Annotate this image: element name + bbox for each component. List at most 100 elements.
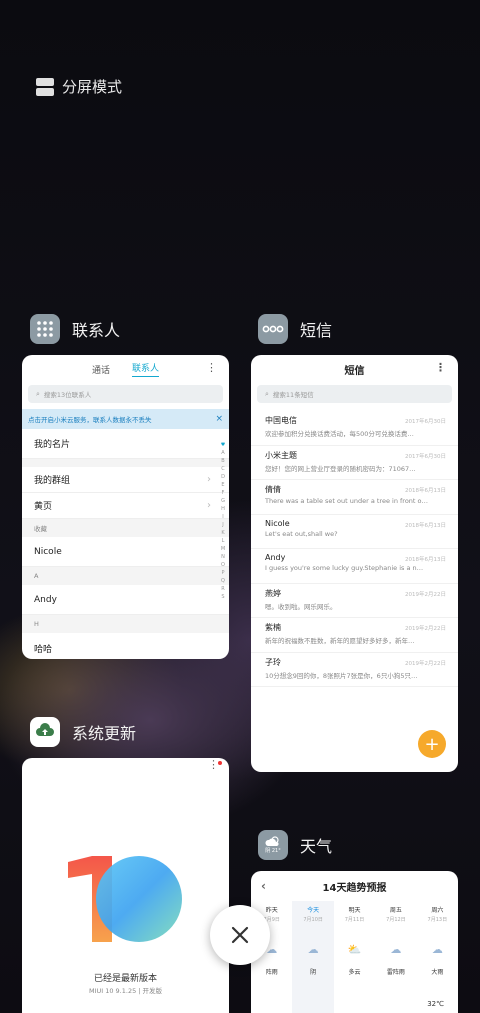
contact-row[interactable]: Nicole (22, 537, 229, 567)
message-row[interactable]: Nicole Let's eat out,shall we? 2018年6月13日 (251, 515, 458, 549)
alpha-letter: L (221, 538, 225, 544)
update-version: MIUI 10 9.1.25 | 开发版 (88, 987, 163, 995)
alphabet-index[interactable]: ♥ A B C D E F G H I J K L M N O P Q R S (219, 441, 227, 601)
contacts-list: 我的名片 我的群组 › 黄页 › 收藏 Nicole A Andy H 哈哈 (22, 429, 229, 659)
message-row[interactable]: 倩倩 There was a table set out under a tree… (251, 480, 458, 515)
clear-all-button[interactable] (210, 905, 270, 965)
forecast-condition: 阴 (310, 969, 317, 976)
message-row[interactable]: 小米主题 您好！您的网上营业厅登录的随机密码为：71067… 2017年6月30日 (251, 446, 458, 480)
message-preview: There was a table set out under a tree i… (265, 497, 429, 505)
message-row[interactable]: 燕婷 嗯。收到啦。网乐网乐。 2019年2月22日 (251, 584, 458, 618)
contact-name: 哈哈 (34, 644, 53, 655)
message-date: 2018年6月13日 (405, 557, 446, 563)
weather-card[interactable]: ‹ 14天趋势预报 昨天 7月9日 ☁ 阵雨 今天 7月10日 ☁ 阴 明天 7… (251, 871, 458, 1013)
list-item[interactable]: 黄页 › (22, 493, 229, 519)
more-menu-icon[interactable]: ⋮ (435, 362, 446, 373)
forecast-condition: 阵雨 (265, 969, 278, 976)
forecast-day-label: 周六 (431, 907, 444, 914)
search-placeholder: 搜索11条短信 (272, 391, 314, 399)
forecast-day[interactable]: 今天 7月10日 ☁ 阴 (292, 901, 334, 1013)
plus-icon: + (424, 733, 440, 755)
alpha-letter: H (221, 506, 225, 512)
forecast-day-label: 今天 (307, 907, 320, 914)
search-icon: ⌕ (36, 389, 40, 398)
message-date: 2019年2月22日 (405, 660, 446, 667)
section-header: H (22, 615, 229, 633)
contacts-search-input[interactable]: ⌕ 搜索13位联系人 (28, 385, 223, 403)
alpha-letter: M (220, 546, 226, 552)
update-card[interactable]: ⋮ 已经是最新版本 MIUI 10 9.1.25 | 开发版 (22, 758, 229, 1013)
chevron-right-icon: › (207, 500, 211, 511)
list-item-label: 我的名片 (34, 440, 71, 450)
list-item[interactable]: 我的群组 › (22, 467, 229, 493)
alpha-letter: P (221, 570, 225, 576)
alpha-letter: F (221, 490, 225, 496)
alpha-letter: I (222, 514, 224, 520)
cloud-icon: ☁ (307, 943, 319, 956)
alpha-letter: J (222, 522, 224, 528)
back-arrow-icon[interactable]: ‹ (261, 879, 266, 893)
message-preview: 新年的祝福数不胜数，新年的愿望好多好多，新年… (265, 637, 415, 645)
message-row[interactable]: 中国电信 欢迎参加积分兑换话费活动，每500分可兑换话费… 2017年6月30日 (251, 411, 458, 446)
message-preview: I guess you're some lucky guy.Stephanie … (265, 564, 424, 572)
forecast-columns: 昨天 7月9日 ☁ 阵雨 今天 7月10日 ☁ 阴 明天 7月11日 ⛅ 多云 … (251, 901, 458, 1013)
contact-row[interactable]: 哈哈 (22, 633, 229, 659)
page-title: 短信 (344, 365, 365, 377)
weather-header: ‹ 14天趋势预报 (251, 871, 458, 901)
alpha-letter: N (221, 554, 225, 560)
message-date: 2017年6月30日 (405, 453, 446, 460)
alpha-letter: S (221, 594, 225, 600)
message-list: 中国电信 欢迎参加积分兑换话费活动，每500分可兑换话费… 2017年6月30日 小… (251, 411, 458, 687)
thunderstorm-icon: ☁ (390, 943, 402, 956)
chevron-right-icon: › (207, 474, 211, 485)
forecast-day[interactable]: 明天 7月11日 ⛅ 多云 (334, 901, 375, 1013)
alpha-letter: G (221, 498, 225, 504)
heavy-rain-icon: ☁ (431, 943, 443, 956)
message-row[interactable]: 紫楠 新年的祝福数不胜数，新年的愿望好多好多，新年… 2019年2月22日 (251, 618, 458, 653)
contacts-card[interactable]: 通话 联系人 ⋮ ⌕ 搜索13位联系人 点击开启小米云服务，联系人数据永不丢失 … (22, 355, 229, 659)
close-icon[interactable]: × (215, 414, 223, 424)
forecast-day[interactable]: 周五 7月12日 ☁ 雷阵雨 (375, 901, 416, 1013)
tab-calls[interactable]: 通话 (92, 363, 110, 376)
forecast-day-label: 周五 (389, 907, 402, 914)
alpha-letter: K (221, 530, 225, 536)
split-screen-button[interactable]: 分屏模式 (36, 76, 122, 97)
list-item-label: 我的群组 (34, 476, 71, 486)
app-header-update: 系统更新 (30, 717, 136, 747)
message-preview: Let's eat out,shall we? (265, 529, 338, 538)
contact-name: Andy (34, 594, 57, 605)
forecast-condition: 大雨 (431, 969, 444, 976)
banner-text: 点击开启小米云服务，联系人数据永不丢失 (28, 416, 152, 424)
forecast-day[interactable]: 周六 7月13日 ☁ 大雨 (417, 901, 458, 1013)
message-date: 2018年6月13日 (405, 522, 446, 529)
more-menu-icon[interactable]: ⋮ (206, 362, 217, 373)
notification-dot (218, 761, 222, 765)
contact-row[interactable]: Andy (22, 585, 229, 615)
split-screen-icon (36, 77, 54, 96)
forecast-day-label: 昨天 (265, 907, 278, 914)
high-temp: 32℃ (427, 1000, 444, 1008)
tab-contacts[interactable]: 联系人 (132, 361, 160, 377)
sms-search-input[interactable]: ⌕ 搜索11条短信 (257, 385, 452, 403)
cloud-banner[interactable]: 点击开启小米云服务，联系人数据永不丢失 × (22, 409, 229, 429)
message-row[interactable]: Andy I guess you're some lucky guy.Stepha… (251, 549, 458, 584)
app-name: 天气 (300, 837, 333, 856)
page-title: 14天趋势预报 (322, 882, 387, 894)
split-screen-label: 分屏模式 (62, 78, 123, 96)
sms-app-icon (258, 314, 288, 344)
close-icon (231, 926, 249, 944)
message-preview: 嗯。收到啦。网乐网乐。 (265, 602, 337, 611)
message-date: 2018年6月13日 (405, 488, 446, 494)
section-header: A (22, 567, 229, 585)
alpha-letter: B (221, 458, 225, 464)
partly-cloudy-icon: ⛅ (347, 943, 362, 956)
forecast-date: 7月13日 (427, 917, 448, 923)
app-header-sms: 短信 (258, 314, 332, 344)
sms-card[interactable]: 短信 ⋮ ⌕ 搜索11条短信 中国电信 欢迎参加积分兑换话费活动，每500分可兑换… (251, 355, 458, 772)
new-message-button[interactable]: + (418, 730, 446, 758)
list-item[interactable]: 我的名片 (22, 429, 229, 459)
message-row[interactable]: 子玲 10分想念9回的你，8张照片7张是你，6只小狗5只… 2019年2月22日 (251, 653, 458, 687)
alpha-letter: R (221, 586, 225, 592)
app-name: 联系人 (72, 321, 121, 340)
message-preview: 您好！您的网上营业厅登录的随机密码为：71067… (265, 464, 416, 473)
